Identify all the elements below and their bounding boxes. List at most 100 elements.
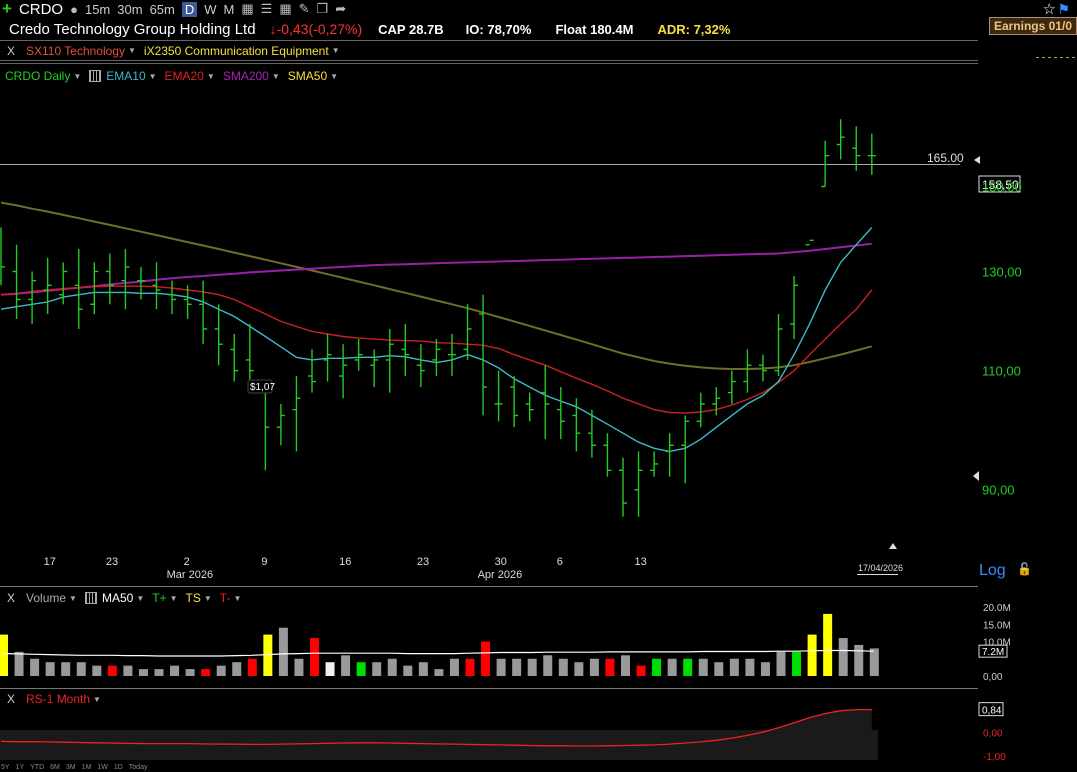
sma200-label[interactable]: SMA200 — [223, 69, 269, 83]
ohlc-bar — [401, 323, 410, 377]
range-1w-button[interactable]: 1W — [97, 764, 108, 771]
volume-tick-label: 0,00 — [983, 672, 1003, 683]
pencil-icon[interactable]: ✎ — [299, 1, 310, 17]
tplus-label[interactable]: T+ — [152, 591, 166, 605]
close-volume-icon[interactable]: X — [7, 591, 15, 605]
company-name: Credo Technology Group Holding Ltd — [9, 20, 256, 38]
ema20-line — [0, 285, 873, 414]
rs-baseline-area — [0, 730, 878, 760]
range-1m-button[interactable]: 1M — [82, 764, 92, 771]
volume-bar — [372, 662, 382, 676]
chevron-down-icon[interactable]: ▼ — [170, 594, 178, 603]
ohlc-bar — [494, 370, 503, 422]
copy-icon[interactable]: ❐ — [317, 1, 329, 17]
tf-65m-button[interactable]: 65m — [150, 2, 175, 17]
volume-bar — [512, 658, 522, 676]
price-change: -0,43(-0,27%) — [276, 21, 363, 37]
lock-icon[interactable]: 🔓 — [1017, 562, 1032, 576]
chevron-down-icon[interactable]: ▼ — [93, 695, 101, 704]
ohlc-bar — [90, 262, 99, 315]
volume-bar — [807, 634, 817, 676]
volume-bar — [838, 638, 848, 676]
range-3m-button[interactable]: 3M — [66, 764, 76, 771]
volume-bar — [589, 658, 599, 676]
chevron-down-icon[interactable]: ▼ — [332, 46, 340, 55]
ohlc-bar — [758, 354, 767, 382]
chevron-down-icon[interactable]: ▼ — [233, 594, 241, 603]
scroll-up-icon[interactable] — [889, 543, 897, 549]
bell-icon[interactable]: ● — [70, 2, 78, 17]
table-icon[interactable]: ▦ — [279, 1, 291, 17]
chevron-down-icon[interactable]: ▼ — [207, 72, 215, 81]
earnings-badge[interactable]: Earnings 01/0 — [988, 17, 1077, 35]
range-1d-button[interactable]: 1D — [114, 764, 123, 771]
grid-icon[interactable] — [84, 592, 97, 604]
volume-bar — [387, 658, 397, 676]
rs-polyline — [0, 708, 872, 747]
hline-handle-icon[interactable] — [974, 156, 980, 164]
volume-bar — [823, 613, 833, 676]
star-icon[interactable]: ☆ — [1043, 0, 1056, 18]
indicator-icon[interactable]: ☰ — [261, 1, 273, 17]
tminus-label[interactable]: T- — [220, 591, 231, 605]
tf-15m-button[interactable]: 15m — [85, 2, 110, 17]
ohlc-bar — [479, 294, 488, 416]
symbol-label[interactable]: CRDO — [19, 1, 63, 18]
industry-group-label[interactable]: iX2350 Communication Equipment — [144, 44, 329, 58]
ohlc-bar — [168, 280, 177, 315]
chevron-down-icon[interactable]: ▼ — [136, 594, 144, 603]
volume-bar — [667, 658, 677, 676]
rs-axis: 0,84 0,00 -1,00 — [978, 702, 1006, 763]
range-1y-button[interactable]: 1Y — [16, 764, 25, 771]
price-chart[interactable]: 165.00 158,50 90,00110,00130,00150,00 $1… — [0, 0, 1077, 772]
tf-d-button[interactable]: D — [181, 1, 198, 17]
chevron-down-icon[interactable]: ▼ — [204, 594, 212, 603]
close-industry-icon[interactable]: X — [7, 44, 15, 58]
volume-label[interactable]: Volume — [26, 591, 66, 605]
sector-label[interactable]: SX110 Technology — [26, 44, 125, 58]
volume-bar — [232, 662, 242, 676]
chevron-down-icon[interactable]: ▼ — [149, 72, 157, 81]
chevron-down-icon[interactable]: ▼ — [272, 72, 280, 81]
ohlc-bar — [385, 328, 394, 393]
volume-tick-label: 20.0M — [983, 603, 1011, 614]
ohlc-bar — [339, 344, 348, 399]
range-6m-button[interactable]: 6M — [50, 764, 60, 771]
close-rs-icon[interactable]: X — [7, 692, 15, 706]
volume-bar — [574, 662, 584, 676]
grid-icon[interactable] — [89, 70, 102, 82]
sma50-label[interactable]: SMA50 — [288, 69, 327, 83]
volume-bar — [527, 658, 537, 676]
log-scale-toggle[interactable]: Log — [979, 562, 1006, 579]
chevron-down-icon[interactable]: ▼ — [330, 72, 338, 81]
price-tick-label: 90,00 — [982, 483, 1015, 498]
volume-bar — [76, 662, 86, 676]
scroll-left-icon[interactable] — [973, 471, 979, 481]
dividend-marker[interactable] — [247, 379, 273, 394]
tf-30m-button[interactable]: 30m — [117, 2, 142, 17]
chevron-down-icon[interactable]: ▼ — [73, 72, 81, 81]
volume-bar — [61, 662, 71, 676]
institutional-ownership: IO: 78,70% — [465, 21, 532, 37]
rs-label[interactable]: RS-1 Month — [26, 692, 90, 706]
range-5y-button[interactable]: 5Y — [1, 764, 10, 771]
volume-bar — [0, 634, 8, 676]
tf-w-button[interactable]: W — [204, 2, 216, 17]
range-ytd-button[interactable]: YTD — [30, 764, 44, 771]
volume-ma-value: 7.2M — [982, 647, 1004, 658]
ema10-label[interactable]: EMA10 — [106, 69, 145, 83]
tf-m-button[interactable]: M — [224, 2, 235, 17]
chevron-down-icon[interactable]: ▼ — [128, 46, 136, 55]
ts-label[interactable]: TS — [186, 591, 201, 605]
volume-tick-label: 15.0M — [983, 620, 1011, 631]
range-today-button[interactable]: Today — [129, 764, 148, 771]
share-icon[interactable]: ➦ — [335, 1, 346, 17]
chevron-down-icon[interactable]: ▼ — [69, 594, 77, 603]
chart-type-icon[interactable]: ▦ — [241, 1, 253, 17]
ema20-label[interactable]: EMA20 — [165, 69, 204, 83]
chart-label[interactable]: CRDO Daily — [5, 69, 70, 83]
volume-ma-label[interactable]: MA50 — [102, 591, 133, 605]
add-icon[interactable]: + — [2, 0, 12, 19]
volume-bar — [30, 658, 40, 676]
flag-icon[interactable]: ⚑ — [1057, 1, 1070, 18]
